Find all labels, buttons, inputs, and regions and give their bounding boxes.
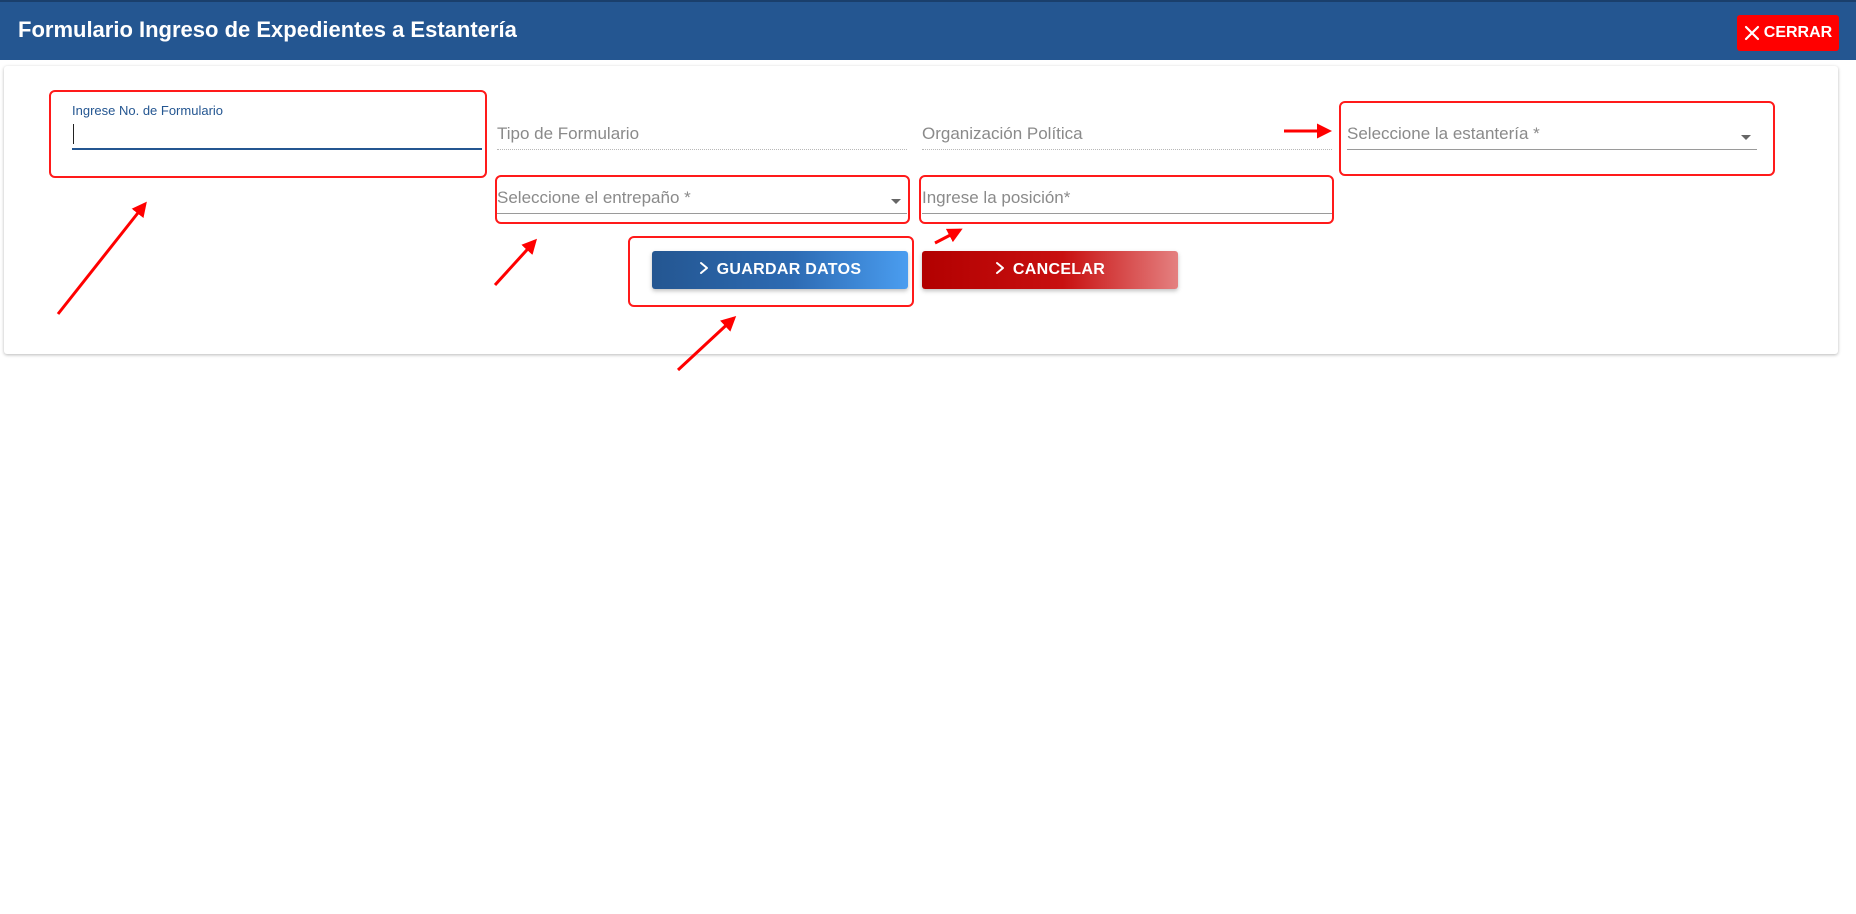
save-button-label: GUARDAR DATOS bbox=[716, 261, 862, 278]
chevron-down-icon bbox=[1741, 135, 1751, 140]
form-number-underline bbox=[72, 148, 482, 150]
shelf-level-select-underline bbox=[497, 213, 907, 214]
political-org-placeholder: Organización Política bbox=[922, 124, 1083, 143]
cancel-button[interactable]: CANCELAR bbox=[922, 251, 1178, 289]
form-number-label: Ingrese No. de Formulario bbox=[72, 103, 224, 118]
shelf-level-select-placeholder: Seleccione el entrepaño * bbox=[497, 188, 691, 207]
shelf-level-select[interactable]: Seleccione el entrepaño * bbox=[497, 182, 907, 214]
close-button-label: CERRAR bbox=[1763, 24, 1833, 41]
form-type-underline bbox=[497, 149, 907, 150]
position-input[interactable]: Ingrese la posición* bbox=[922, 182, 1332, 214]
page: Formulario Ingreso de Expedientes a Esta… bbox=[0, 0, 1856, 914]
header-bar: Formulario Ingreso de Expedientes a Esta… bbox=[0, 0, 1856, 60]
shelf-select[interactable]: Seleccione la estantería * bbox=[1347, 118, 1757, 150]
form-number-field[interactable]: Ingrese No. de Formulario bbox=[72, 103, 482, 150]
text-cursor bbox=[73, 124, 74, 144]
political-org-field: Organización Política bbox=[922, 118, 1332, 150]
position-placeholder: Ingrese la posición* bbox=[922, 188, 1071, 207]
chevron-right-icon bbox=[995, 261, 1005, 280]
chevron-right-icon bbox=[699, 261, 709, 280]
form-type-placeholder: Tipo de Formulario bbox=[497, 124, 640, 143]
shelf-select-placeholder: Seleccione la estantería * bbox=[1347, 124, 1540, 143]
form-type-field: Tipo de Formulario bbox=[497, 118, 907, 150]
close-icon bbox=[1744, 25, 1760, 41]
shelf-select-underline bbox=[1347, 149, 1757, 150]
close-button[interactable]: CERRAR bbox=[1737, 15, 1839, 51]
cancel-button-label: CANCELAR bbox=[1012, 261, 1106, 278]
position-underline bbox=[922, 213, 1332, 214]
page-title: Formulario Ingreso de Expedientes a Esta… bbox=[18, 17, 517, 42]
save-button[interactable]: GUARDAR DATOS bbox=[652, 251, 908, 289]
political-org-underline bbox=[922, 149, 1332, 150]
chevron-down-icon bbox=[891, 199, 901, 204]
